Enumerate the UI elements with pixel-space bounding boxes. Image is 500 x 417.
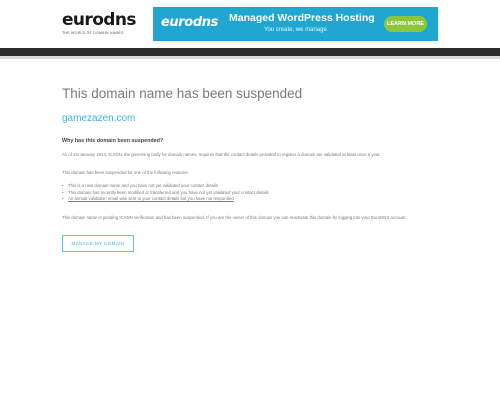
reactivation-paragraph: This domain name is pending ICANN verifi… <box>62 214 407 220</box>
suspension-question: Why has this domain been suspended? <box>62 138 164 144</box>
header: eurodns THE WORLD OF DOMAIN NAMES eurodn… <box>0 0 500 46</box>
banner-title: Managed WordPress Hosting <box>229 12 375 24</box>
icann-paragraph: As of 1st January 2014, ICANN, the gover… <box>62 152 381 157</box>
banner-subtitle: You create, we manage <box>264 27 327 33</box>
page-title: This domain name has been suspended <box>62 86 303 101</box>
reasons-list: This is a new domain name and you have n… <box>62 183 442 203</box>
eurodns-logo[interactable]: eurodns THE WORLD OF DOMAIN NAMES <box>62 10 136 39</box>
learn-more-button[interactable]: LEARN MORE <box>384 16 427 32</box>
hosting-ad-banner[interactable]: eurodns Managed WordPress Hosting You cr… <box>153 7 438 41</box>
banner-brand: eurodns <box>161 15 218 30</box>
top-nav-bar <box>0 48 500 56</box>
reasons-intro: This domain has been suspended for one o… <box>62 170 189 176</box>
list-item: An annual validation email was sent to y… <box>62 196 442 203</box>
logo-tagline: THE WORLD OF DOMAIN NAMES <box>62 31 124 35</box>
logo-wordmark: eurodns <box>62 10 136 30</box>
nav-divider <box>0 56 500 59</box>
main-content: This domain name has been suspended game… <box>62 86 442 252</box>
domain-name: gamezazen.com <box>62 113 136 124</box>
manage-domain-button[interactable]: MANAGE MY DOMAIN <box>62 234 134 252</box>
